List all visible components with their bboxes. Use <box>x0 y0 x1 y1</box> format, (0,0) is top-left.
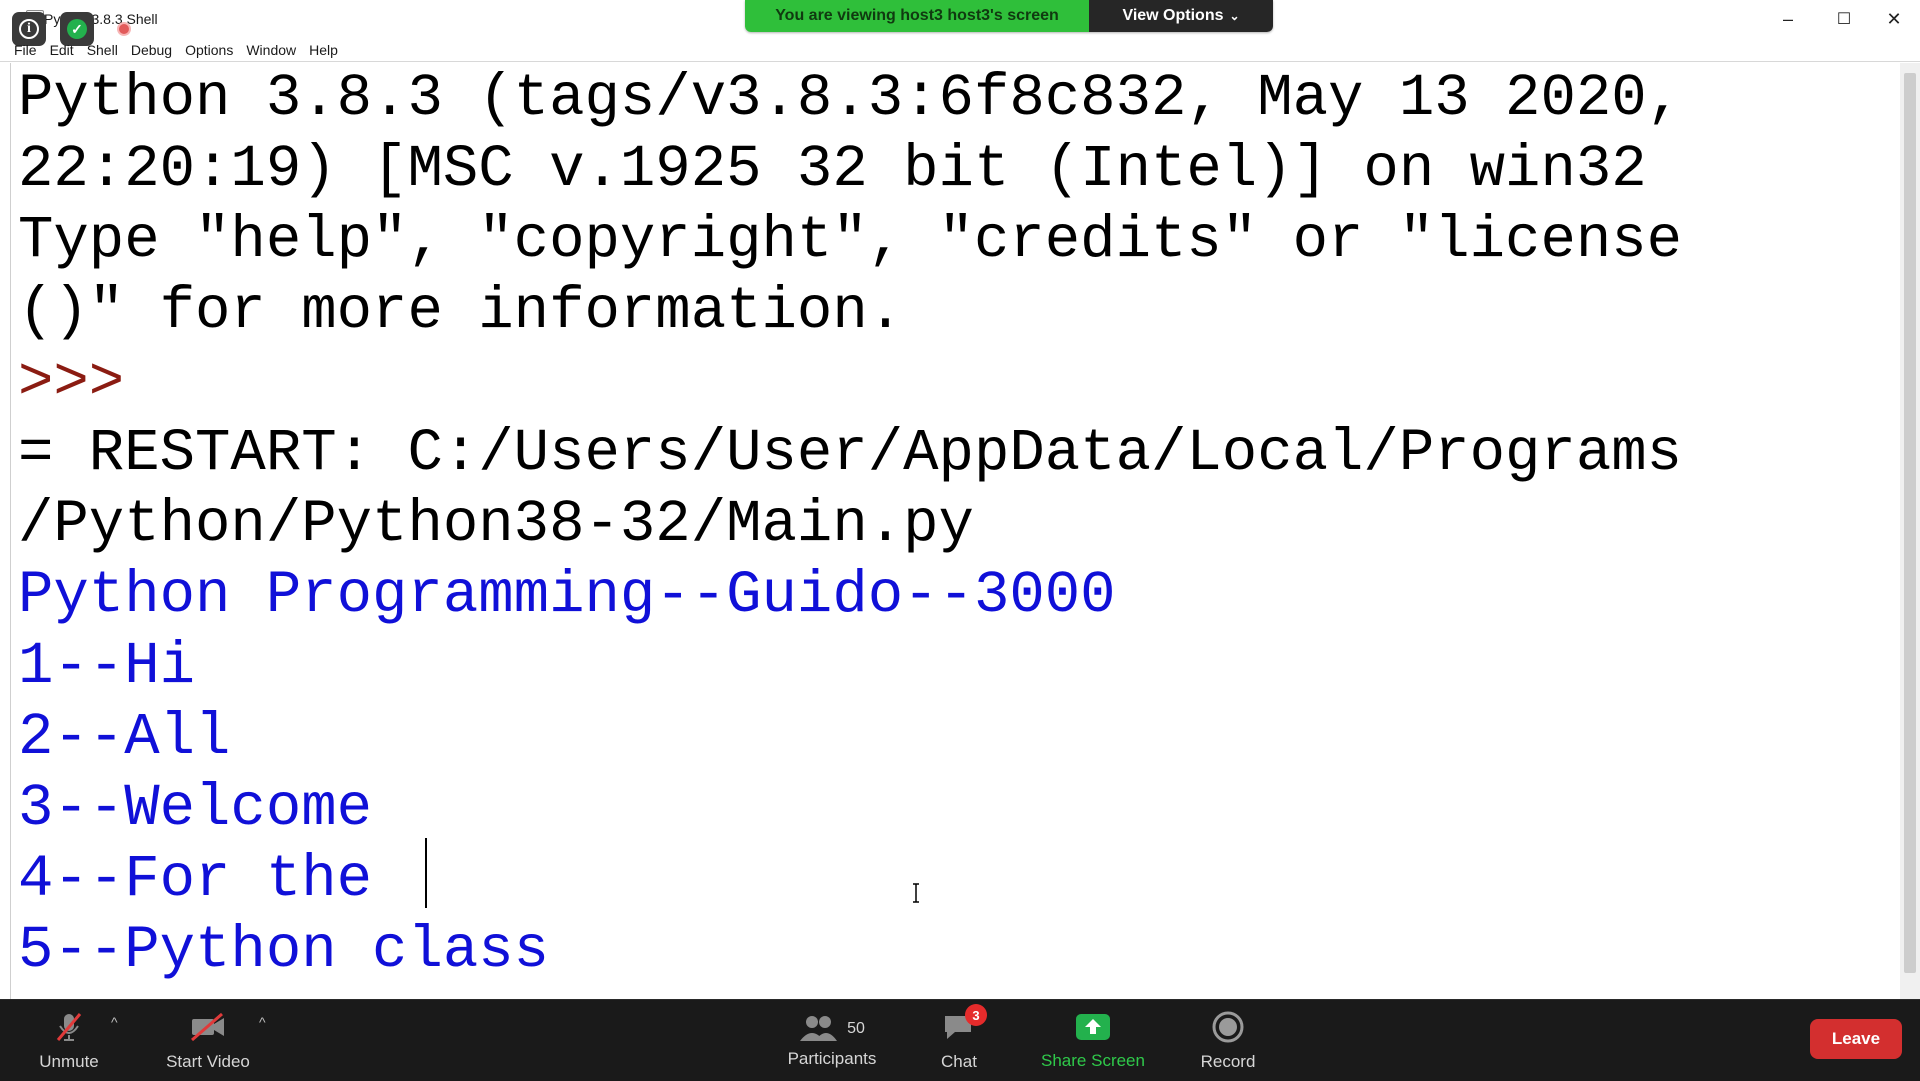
vertical-scrollbar[interactable] <box>1900 63 1920 999</box>
shell-line: /Python/Python38-32/Main.py <box>18 491 974 558</box>
participants-count: 50 <box>847 1019 865 1037</box>
meeting-toolbar: Unmute ^ Start Video ^ 50 Participants C… <box>0 999 1920 1081</box>
text-caret <box>425 838 427 908</box>
audio-options-chevron-icon[interactable]: ^ <box>111 1014 118 1030</box>
info-icon: i <box>19 19 39 39</box>
menu-debug[interactable]: Debug <box>131 42 172 58</box>
participants-label: Participants <box>787 1048 877 1068</box>
scrollbar-thumb[interactable] <box>1904 73 1916 973</box>
menu-shell[interactable]: Shell <box>87 42 118 58</box>
program-output-line: Python Programming--Guido--3000 <box>18 562 1116 629</box>
program-output-line: 1--Hi <box>18 633 196 700</box>
participants-button[interactable]: 50 Participants <box>780 1000 884 1081</box>
video-camera-off-icon <box>191 1012 224 1041</box>
chevron-down-icon: ⌄ <box>1229 9 1240 23</box>
shield-check-icon: ✓ <box>67 19 87 39</box>
start-video-label: Start Video <box>166 1051 250 1071</box>
screen-share-banner: You are viewing host3 host3's screen Vie… <box>745 0 1273 32</box>
maximize-button[interactable]: ☐ <box>1816 0 1872 38</box>
menu-help[interactable]: Help <box>309 42 338 58</box>
menu-options[interactable]: Options <box>185 42 233 58</box>
shell-line: = RESTART: C:/Users/User/AppData/Local/P… <box>18 420 1683 487</box>
start-video-button[interactable]: Start Video <box>150 1000 266 1081</box>
leave-meeting-button[interactable]: Leave <box>1810 1019 1902 1059</box>
shell-line: Python 3.8.3 (tags/v3.8.3:6f8c832, May 1… <box>18 65 1683 132</box>
chat-label: Chat <box>941 1051 977 1071</box>
ibeam-cursor-icon <box>913 883 919 903</box>
participants-icon <box>800 1015 838 1041</box>
program-output-line: 5--Python class <box>18 917 550 984</box>
record-button[interactable]: Record <box>1190 1000 1266 1081</box>
program-output-line: 2--All <box>18 704 231 771</box>
shell-line: ()" for more information. <box>18 278 904 345</box>
unmute-button[interactable]: Unmute <box>20 1000 118 1081</box>
shell-prompt: >>> <box>18 349 125 416</box>
view-options-button[interactable]: View Options ⌄ <box>1089 0 1273 32</box>
menu-edit[interactable]: Edit <box>50 42 74 58</box>
unmute-label: Unmute <box>39 1051 99 1071</box>
share-screen-button[interactable]: Share Screen <box>1030 1000 1156 1081</box>
shell-text-area[interactable]: Python 3.8.3 (tags/v3.8.3:6f8c832, May 1… <box>10 63 1901 999</box>
program-output-line: 4--For the <box>18 846 373 913</box>
chat-unread-badge: 3 <box>965 1004 987 1026</box>
menu-bar: File Edit Shell Debug Options Window Hel… <box>0 38 1920 62</box>
video-options-chevron-icon[interactable]: ^ <box>259 1014 266 1030</box>
record-icon <box>1212 1011 1244 1042</box>
menu-window[interactable]: Window <box>246 42 296 58</box>
program-output-line: 3--Welcome <box>18 775 373 842</box>
recording-dot-icon <box>117 22 131 36</box>
microphone-muted-icon <box>56 1012 82 1041</box>
share-screen-arrow-icon <box>1076 1013 1110 1040</box>
shell-line: 22:20:19) [MSC v.1925 32 bit (Intel)] on… <box>18 136 1647 203</box>
menu-file[interactable]: File <box>14 42 37 58</box>
shell-line: Type "help", "copyright", "credits" or "… <box>18 207 1683 274</box>
record-label: Record <box>1200 1051 1256 1071</box>
view-options-label: View Options <box>1122 7 1224 24</box>
minimize-button[interactable]: – <box>1760 0 1816 38</box>
close-button[interactable]: ✕ <box>1866 0 1920 38</box>
viewing-screen-text: You are viewing host3 host3's screen <box>745 0 1089 32</box>
share-screen-label: Share Screen <box>1041 1050 1145 1070</box>
